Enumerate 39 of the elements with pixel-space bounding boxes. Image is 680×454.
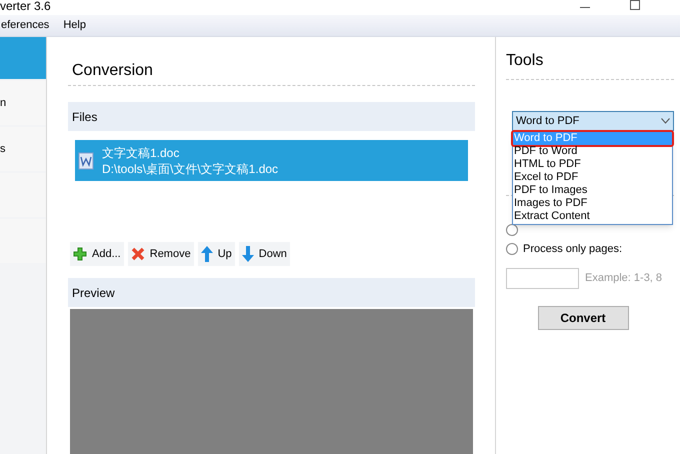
files-header: Files bbox=[68, 102, 475, 131]
sidebar-item[interactable] bbox=[0, 173, 46, 217]
sidebar-item[interactable] bbox=[0, 219, 46, 263]
section-title: Conversion bbox=[72, 61, 153, 81]
arrow-down-icon bbox=[242, 246, 254, 262]
file-path: D:\tools\桌面\文件\文字文稿1.doc bbox=[102, 160, 278, 176]
toolbar-button[interactable]: Down bbox=[238, 242, 290, 266]
dropdown-option[interactable]: Images to PDF bbox=[513, 197, 672, 210]
minimize-icon[interactable] bbox=[580, 7, 590, 8]
radio-button[interactable] bbox=[506, 243, 518, 255]
sidebar-header bbox=[0, 37, 46, 79]
plus-icon bbox=[73, 247, 87, 261]
document-icon bbox=[78, 152, 94, 170]
preview-header: Preview bbox=[68, 278, 475, 307]
toolbar-button[interactable]: Up bbox=[198, 242, 235, 266]
file-name: 文字文稿1.doc bbox=[102, 144, 180, 160]
menu-item[interactable]: eferences bbox=[0, 17, 50, 34]
close-icon bbox=[130, 247, 145, 261]
dropdown-option[interactable]: PDF to Images bbox=[513, 184, 672, 197]
dropdown-option[interactable]: PDF to Word bbox=[513, 145, 672, 158]
chevron-down-icon bbox=[661, 118, 670, 124]
toolbar-button[interactable]: Add... bbox=[70, 242, 124, 266]
dropdown-option[interactable]: HTML to PDF bbox=[513, 158, 672, 171]
pages-hint: Example: 1-3, 8 bbox=[585, 271, 662, 286]
arrow-up-icon bbox=[200, 246, 213, 262]
pages-field[interactable] bbox=[506, 268, 579, 289]
radio-label: Process only pages: bbox=[523, 242, 622, 257]
sidebar-item[interactable]: n bbox=[0, 81, 46, 125]
dropdown[interactable]: Word to PDF bbox=[512, 111, 674, 131]
maximize-icon[interactable] bbox=[630, 0, 640, 10]
sidebar-item[interactable]: s bbox=[0, 127, 46, 171]
window-title: verter 3.6 bbox=[0, 0, 51, 12]
toolbar-button[interactable]: Remove bbox=[128, 242, 194, 266]
dropdown-option[interactable]: Extract Content bbox=[513, 210, 672, 223]
dropdown-option[interactable]: Excel to PDF bbox=[513, 171, 672, 184]
radio-button[interactable] bbox=[506, 224, 518, 236]
menu-item[interactable]: Help bbox=[63, 17, 86, 34]
convert-button[interactable]: Convert bbox=[538, 306, 628, 330]
panel-title: Tools bbox=[506, 51, 544, 71]
